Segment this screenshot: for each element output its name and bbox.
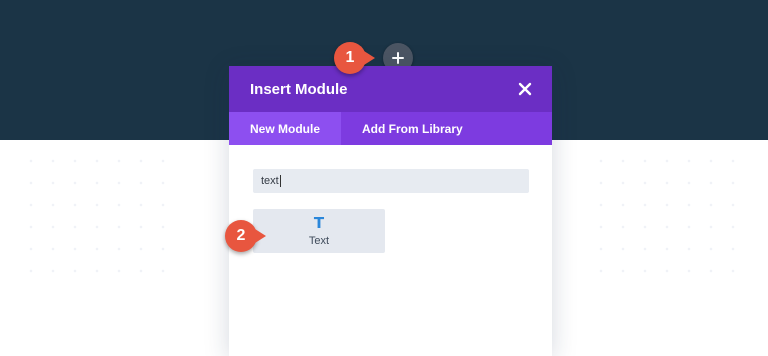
plus-icon [392,52,404,64]
text-T-icon: T [313,213,325,232]
step-callout-1: 1 [334,42,375,74]
text-cursor [279,175,281,187]
module-search-input[interactable]: text [253,169,529,193]
tab-add-from-library[interactable]: Add From Library [341,112,484,145]
callout-number: 1 [345,49,355,66]
module-tile-label: Text [308,234,330,247]
step-callout-2: 2 [225,220,266,252]
tab-new-module[interactable]: New Module [229,112,342,145]
insert-module-modal: Insert Module New Module Add From Librar… [229,66,552,356]
dotted-background-pattern [20,150,170,290]
modal-title: Insert Module [250,80,348,98]
close-icon[interactable] [518,82,532,96]
modal-tabs: New Module Add From Library [229,112,552,145]
dotted-background-pattern [590,150,740,290]
modal-header: Insert Module [229,66,552,112]
module-tile-text[interactable]: T Text [253,209,385,253]
callout-number: 2 [236,227,246,244]
search-input-value: text [261,175,279,187]
